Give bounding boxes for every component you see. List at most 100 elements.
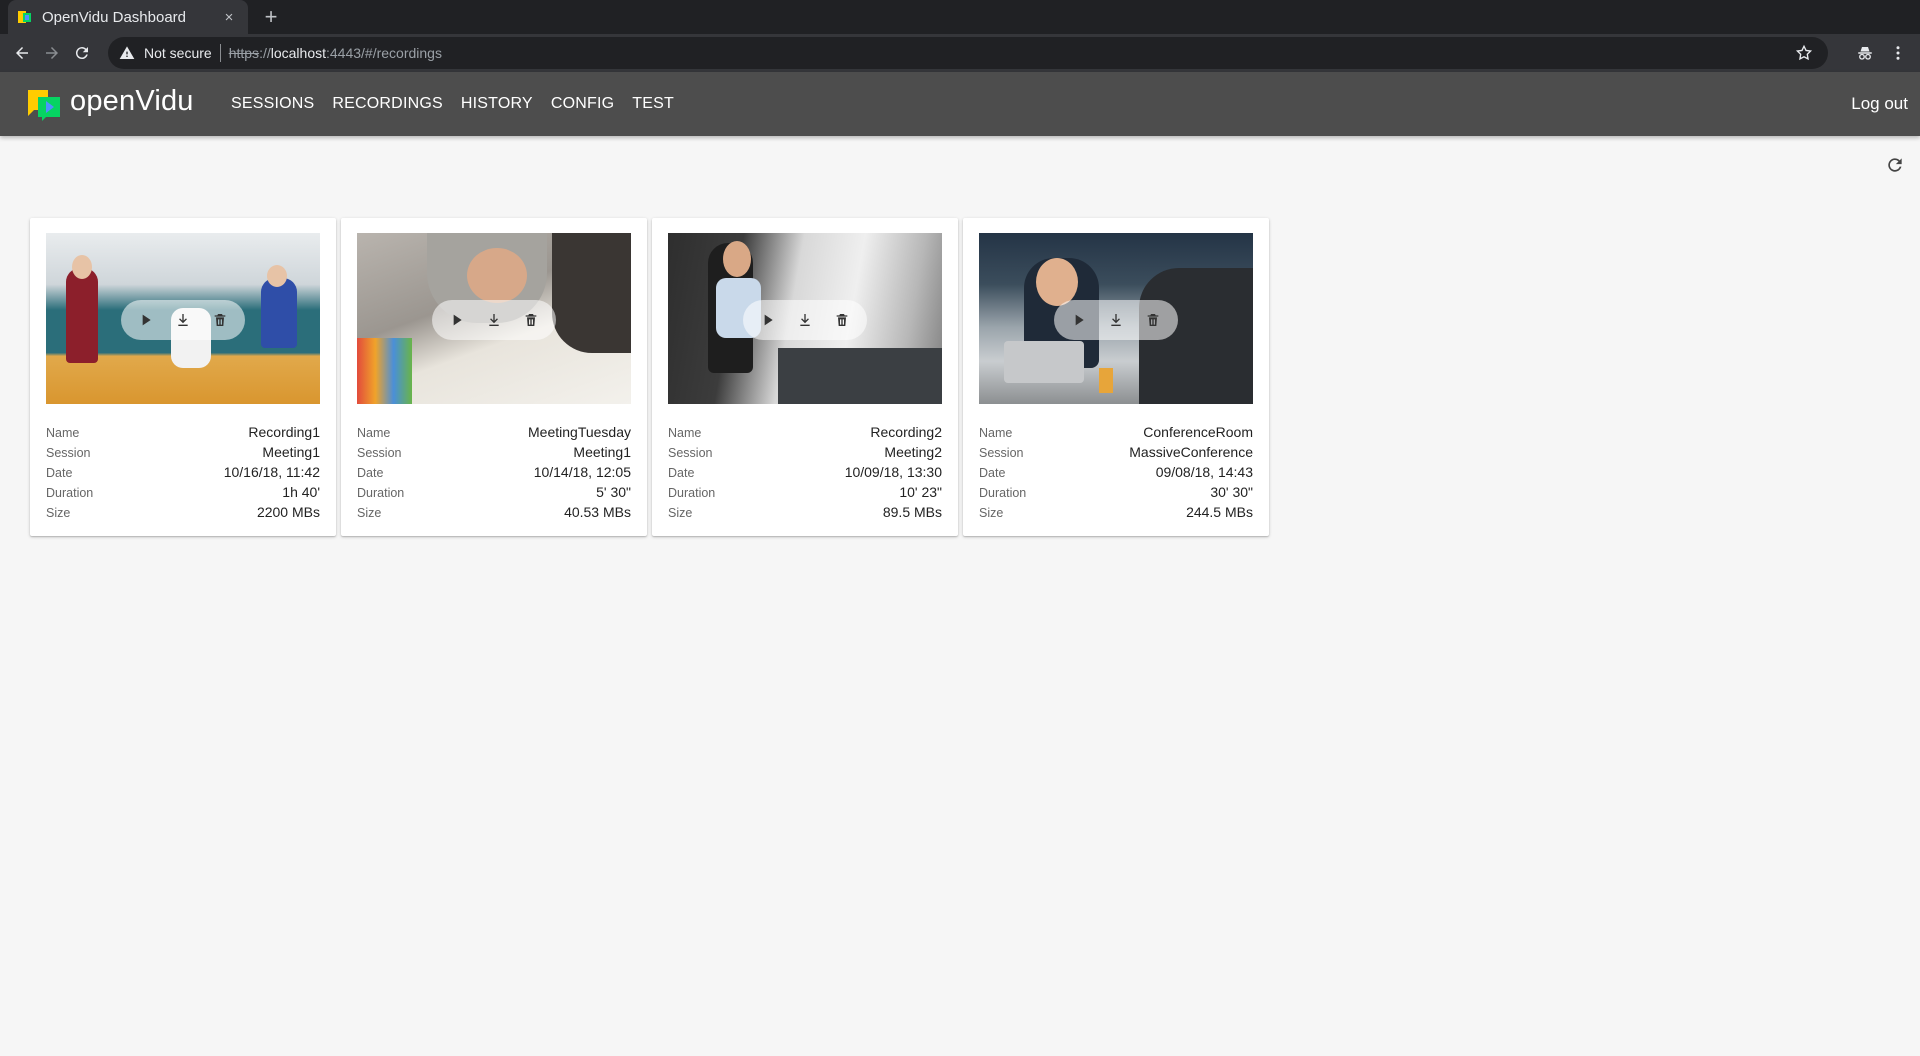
recording-name: ConferenceRoom (1143, 424, 1253, 440)
recording-card: Name Recording1 Session Meeting1 Date 10/16… (30, 218, 336, 536)
name-label: Name (979, 426, 1013, 440)
recording-session: Meeting1 (573, 444, 631, 460)
play-icon[interactable] (442, 305, 472, 335)
session-label: Session (979, 446, 1024, 460)
recording-duration: 1h 40' (282, 484, 320, 500)
recording-date: 09/08/18, 14:43 (1155, 464, 1253, 480)
refresh-icon[interactable] (1880, 150, 1910, 180)
recording-date: 10/14/18, 12:05 (533, 464, 631, 480)
browser-menu-icon[interactable] (1884, 39, 1912, 67)
delete-icon[interactable] (1138, 305, 1168, 335)
openvidu-logo-icon[interactable] (26, 88, 62, 122)
play-icon[interactable] (131, 305, 161, 335)
recording-session: MassiveConference (1129, 444, 1253, 460)
forward-icon[interactable] (38, 39, 66, 67)
session-label: Session (357, 446, 402, 460)
url-host: localhost (270, 45, 326, 61)
download-icon[interactable] (479, 305, 509, 335)
recording-thumbnail (668, 233, 942, 404)
nav-recordings[interactable]: RECORDINGS (323, 86, 451, 122)
tab-title: OpenVidu Dashboard (42, 8, 186, 26)
recording-size: 89.5 MBs (882, 504, 942, 520)
name-label: Name (668, 426, 702, 440)
duration-label: Duration (357, 486, 405, 500)
openvidu-favicon-icon (18, 10, 32, 24)
url-protocol: https (228, 45, 260, 61)
date-label: Date (357, 466, 384, 480)
recording-info: Name ConferenceRoom Session MassiveConfere… (979, 424, 1253, 524)
recording-name: MeetingTuesday (528, 424, 631, 440)
url-path: :4443/#/recordings (326, 45, 442, 61)
recording-info: Name Recording2 Session Meeting2 Date 10/09… (668, 424, 942, 524)
main-nav: SESSIONS RECORDINGS HISTORY CONFIG TEST (222, 72, 683, 136)
size-label: Size (357, 506, 382, 520)
bookmark-star-icon[interactable] (1794, 43, 1814, 63)
delete-icon[interactable] (516, 305, 546, 335)
date-label: Date (46, 466, 73, 480)
nav-config[interactable]: CONFIG (542, 86, 623, 122)
recording-session: Meeting1 (262, 444, 320, 460)
warning-icon (118, 44, 136, 62)
recording-size: 40.53 MBs (564, 504, 631, 520)
not-secure-label[interactable]: Not secure (144, 45, 212, 61)
recording-duration: 5' 30" (596, 484, 631, 500)
recording-duration: 30' 30" (1210, 484, 1253, 500)
delete-icon[interactable] (205, 305, 235, 335)
play-icon[interactable] (753, 305, 783, 335)
recording-actions (432, 300, 556, 340)
duration-label: Duration (46, 486, 94, 500)
browser-tab[interactable]: OpenVidu Dashboard × (8, 0, 248, 34)
recording-thumbnail (46, 233, 320, 404)
omnibox-divider (219, 44, 221, 62)
recording-duration: 10' 23" (899, 484, 942, 500)
logout-button[interactable]: Log out (1847, 86, 1912, 122)
recordings-grid: Name Recording1 Session Meeting1 Date 10/16… (30, 218, 1274, 536)
nav-sessions[interactable]: SESSIONS (222, 86, 323, 122)
name-label: Name (357, 426, 391, 440)
delete-icon[interactable] (827, 305, 857, 335)
recording-thumbnail (979, 233, 1253, 404)
play-icon[interactable] (1064, 305, 1094, 335)
tab-close-icon[interactable]: × (220, 9, 238, 26)
recording-card: Name MeetingTuesday Session Meeting1 Date 1… (341, 218, 647, 536)
duration-label: Duration (979, 486, 1027, 500)
session-label: Session (46, 446, 91, 460)
size-label: Size (668, 506, 693, 520)
url-separator: :// (259, 45, 271, 61)
recording-card: Name Recording2 Session Meeting2 Date 10/09… (652, 218, 958, 536)
app-header: openVidu SESSIONS RECORDINGS HISTORY CON… (0, 72, 1920, 136)
nav-history[interactable]: HISTORY (452, 86, 542, 122)
recording-name: Recording1 (248, 424, 320, 440)
incognito-icon[interactable] (1851, 39, 1879, 67)
name-label: Name (46, 426, 80, 440)
address-bar[interactable]: Not secure https :// localhost :4443/#/r… (108, 37, 1828, 69)
recording-thumbnail (357, 233, 631, 404)
recording-actions (121, 300, 245, 340)
recording-session: Meeting2 (884, 444, 942, 460)
browser-toolbar: Not secure https :// localhost :4443/#/r… (0, 34, 1920, 72)
browser-tab-bar: OpenVidu Dashboard × + (0, 0, 1920, 34)
recording-date: 10/16/18, 11:42 (223, 464, 320, 480)
download-icon[interactable] (168, 305, 198, 335)
logo-text[interactable]: openVidu (70, 85, 194, 118)
session-label: Session (668, 446, 713, 460)
recording-card: Name ConferenceRoom Session MassiveConfere… (963, 218, 1269, 536)
reload-icon[interactable] (68, 39, 96, 67)
recording-date: 10/09/18, 13:30 (844, 464, 942, 480)
download-icon[interactable] (790, 305, 820, 335)
date-label: Date (979, 466, 1006, 480)
size-label: Size (979, 506, 1004, 520)
recording-size: 244.5 MBs (1186, 504, 1253, 520)
download-icon[interactable] (1101, 305, 1131, 335)
recording-size: 2200 MBs (256, 504, 320, 520)
recording-actions (1054, 300, 1178, 340)
date-label: Date (668, 466, 695, 480)
duration-label: Duration (668, 486, 716, 500)
back-icon[interactable] (8, 39, 36, 67)
new-tab-button[interactable]: + (258, 4, 284, 30)
recording-actions (743, 300, 867, 340)
nav-test[interactable]: TEST (623, 86, 683, 122)
size-label: Size (46, 506, 71, 520)
recording-name: Recording2 (870, 424, 942, 440)
recording-info: Name Recording1 Session Meeting1 Date 10/16… (46, 424, 320, 524)
